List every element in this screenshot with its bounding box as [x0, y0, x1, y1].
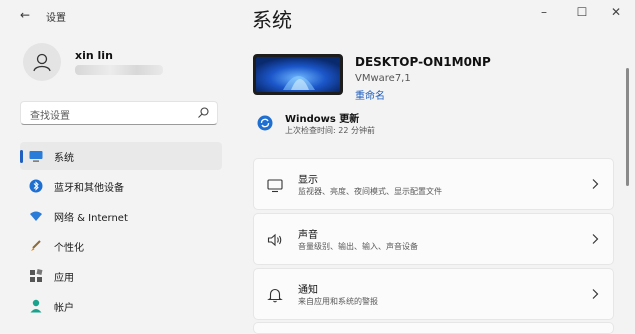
card-subtitle: 音量级别、输出、输入、声音设备: [298, 242, 418, 251]
windows-update-subtitle: 上次检查时间: 22 分钟前: [285, 126, 375, 135]
monitor-icon: [29, 151, 43, 162]
page-title: 系统: [252, 8, 292, 32]
sidebar-item-label: 系统: [54, 153, 74, 164]
card-title: 显示: [298, 175, 318, 186]
search-placeholder: 查找设置: [30, 111, 70, 122]
notifications-card[interactable]: 通知 来自应用和系统的警报: [253, 268, 614, 320]
search-input[interactable]: 查找设置: [20, 101, 218, 125]
avatar[interactable]: [23, 43, 61, 81]
sidebar-item-bluetooth[interactable]: 蓝牙和其他设备: [20, 172, 222, 200]
brush-icon: [31, 240, 41, 251]
person-icon: [33, 53, 51, 72]
title-bar: ← 设置 – ☐ ✕: [0, 0, 635, 30]
sidebar-item-label: 个性化: [54, 243, 84, 254]
sound-card[interactable]: 声音 音量级别、输出、输入、声音设备: [253, 213, 614, 265]
sidebar-item-system[interactable]: 系统: [20, 142, 222, 170]
sidebar-item-accounts[interactable]: 帐户: [20, 292, 222, 320]
search-icon[interactable]: [197, 106, 210, 119]
display-icon: [267, 179, 283, 193]
sidebar-item-apps[interactable]: 应用: [20, 262, 222, 290]
user-email-redacted: [75, 65, 163, 75]
display-card[interactable]: 显示 监视器、亮度、夜间模式、显示配置文件: [253, 158, 614, 210]
windows-update-icon[interactable]: [257, 115, 273, 131]
sidebar-item-label: 应用: [54, 273, 74, 284]
account-icon: [30, 299, 42, 313]
user-name: xin lin: [75, 49, 113, 62]
next-card-partial[interactable]: [253, 322, 614, 334]
windows-update-title[interactable]: Windows 更新: [285, 110, 359, 125]
wifi-icon: [30, 211, 42, 221]
sidebar-item-label: 帐户: [54, 303, 74, 314]
device-model: VMware7,1: [355, 73, 411, 84]
bell-icon: [267, 288, 283, 303]
app-title: 设置: [46, 13, 66, 24]
wallpaper-bloom-icon: [256, 57, 340, 92]
back-arrow-icon[interactable]: ←: [20, 8, 30, 22]
active-indicator: [20, 150, 23, 163]
scrollbar-thumb[interactable]: [626, 68, 629, 186]
rename-link[interactable]: 重命名: [355, 87, 385, 102]
sidebar-item-label: 蓝牙和其他设备: [54, 183, 124, 194]
device-name: DESKTOP-ON1M0NP: [355, 55, 491, 69]
sidebar-item-personalization[interactable]: 个性化: [20, 232, 222, 260]
device-thumbnail: [253, 54, 343, 95]
chevron-right-icon: [592, 234, 599, 244]
maximize-button[interactable]: ☐: [564, 2, 600, 24]
speaker-icon: [267, 233, 282, 247]
card-title: 通知: [298, 285, 318, 296]
chevron-right-icon: [592, 289, 599, 299]
sidebar-item-network[interactable]: 网络 & Internet: [20, 202, 222, 230]
bluetooth-icon: [29, 179, 43, 193]
chevron-right-icon: [592, 179, 599, 189]
scrollbar[interactable]: [626, 36, 629, 326]
card-subtitle: 监视器、亮度、夜间模式、显示配置文件: [298, 187, 442, 196]
apps-icon: [30, 269, 43, 282]
card-title: 声音: [298, 230, 318, 241]
sidebar-item-label: 网络 & Internet: [54, 213, 128, 224]
minimize-button[interactable]: –: [526, 2, 562, 24]
card-subtitle: 来自应用和系统的警报: [298, 297, 378, 306]
close-button[interactable]: ✕: [598, 2, 634, 24]
